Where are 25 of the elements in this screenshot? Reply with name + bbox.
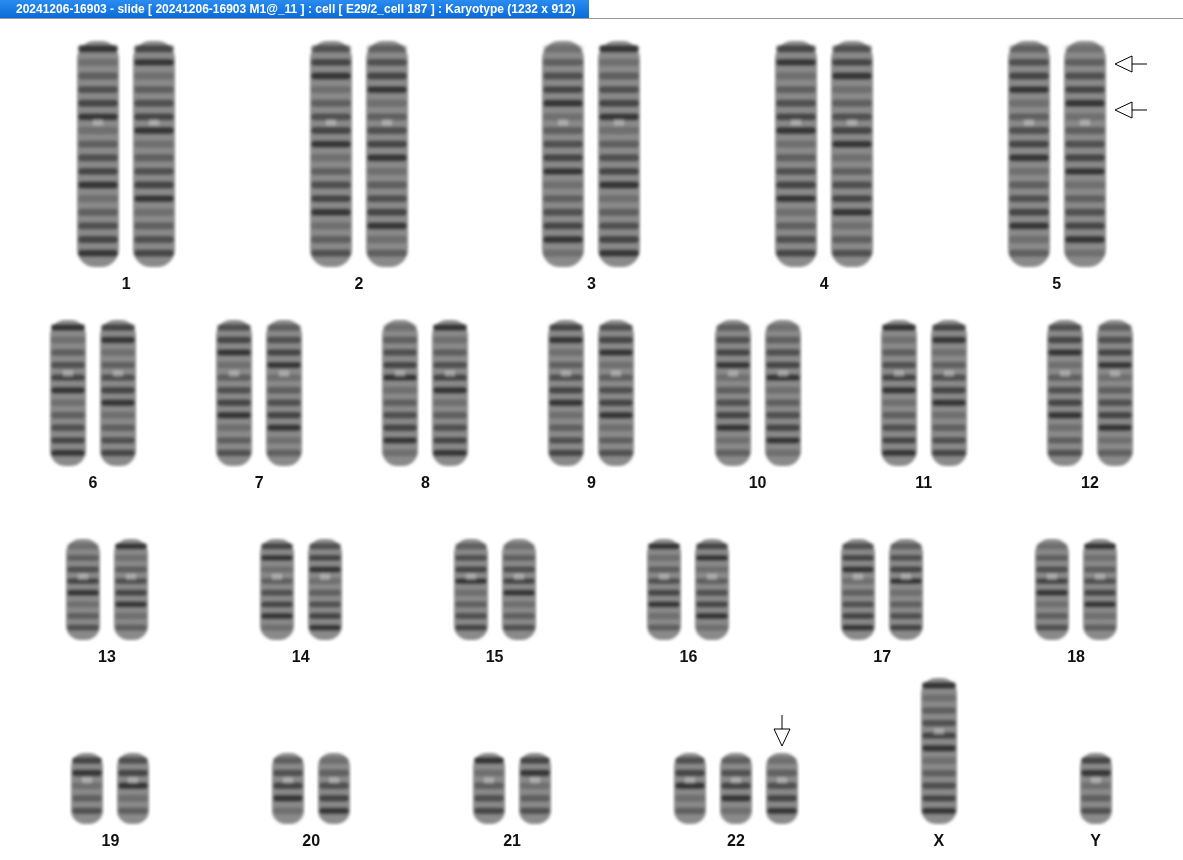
chromosome-number: 13 [98,648,116,666]
chromosome-number: 10 [748,474,767,493]
chromosome-number: 3 [587,275,596,293]
chromosome-number: 12 [1081,474,1099,493]
chromosome-number: X [933,832,945,850]
chromosome-number: 4 [819,275,829,293]
chromosome-number: 8 [420,474,430,493]
chromosome-number: 21 [503,832,521,850]
chromosome-number: 20 [302,832,321,850]
chromosome-number: 22 [727,832,745,850]
chromosome-number: 6 [88,474,98,493]
chromosome-number: 2 [354,275,364,293]
chromosome-number: 14 [291,648,310,666]
chromosome-number: 1 [121,275,131,293]
chromosome-number: 18 [1067,648,1085,666]
chromosome-number: Y [1090,832,1101,850]
chromosome-number: 9 [587,474,596,493]
chromosome-number: 5 [1052,275,1062,293]
chromosome-number: 16 [679,648,698,666]
chromosome-number: 15 [485,648,504,666]
chromosome-number: 11 [915,474,933,493]
chromosome-number: 17 [873,648,892,666]
chromosome-number: 7 [254,474,264,493]
window-title: 20241206-16903 - slide [ 20241206-16903 M1@_11 ] : cell [ E29/2_cell 187 ] : Karyotype (1232 x 912) [0,0,590,18]
chromosome-number: 19 [101,832,120,850]
